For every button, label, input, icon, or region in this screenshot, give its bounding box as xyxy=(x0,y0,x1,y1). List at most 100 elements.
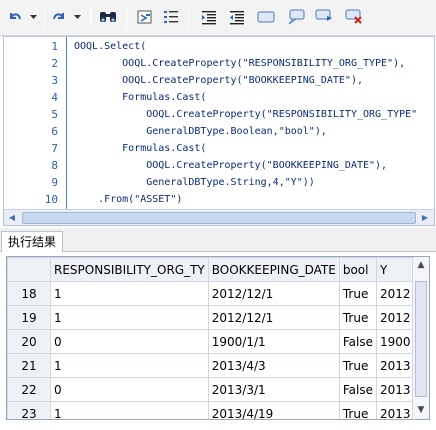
table-cell[interactable]: 1900 xyxy=(375,329,417,354)
code-line: Formulas.Cast( xyxy=(74,143,207,154)
table-cell[interactable]: 2013/4/3 xyxy=(207,353,340,378)
scroll-down-icon[interactable]: ▼ xyxy=(413,403,429,417)
code-line: OOQL.CreateProperty("RESPONSIBILITY_ORG_… xyxy=(74,109,418,120)
code-line: .From("ASSET") xyxy=(74,194,183,205)
redo-dropdown-button[interactable] xyxy=(72,7,82,27)
undo-dropdown-icon xyxy=(29,14,37,19)
table-cell[interactable]: 2013 xyxy=(375,401,417,419)
column-header[interactable]: RESPONSIBILITY_ORG_TY xyxy=(50,257,209,282)
line-number: 5 xyxy=(51,108,58,121)
table-cell[interactable]: 2012 xyxy=(375,281,417,306)
line-number-gutter: 1 2 3 4 5 6 7 8 9 10 xyxy=(4,37,64,209)
row-number: 23 xyxy=(7,401,51,419)
row-number: 21 xyxy=(7,353,51,378)
numbered-list-button[interactable] xyxy=(162,7,180,27)
table-row[interactable]: 23 1 2013/4/19 True 2013 xyxy=(7,401,417,419)
line-number: 8 xyxy=(51,159,58,172)
format-button[interactable] xyxy=(136,7,154,27)
scroll-left-icon[interactable]: ◀ xyxy=(5,212,19,224)
undo-dropdown-button[interactable] xyxy=(28,7,38,27)
table-cell[interactable]: 2012 xyxy=(375,305,417,330)
undo-button[interactable] xyxy=(6,7,24,27)
vertical-scrollbar[interactable]: ▲ ▼ xyxy=(412,257,429,419)
row-number-header xyxy=(7,257,51,282)
gutter-divider xyxy=(66,37,67,209)
table-cell[interactable]: 1900/1/1 xyxy=(207,329,340,354)
horizontal-scrollbar[interactable]: ◀ ▶ xyxy=(4,209,434,225)
code-line: GeneralDBType.String,4,"Y")) xyxy=(74,177,315,188)
table-cell[interactable]: False xyxy=(338,377,377,402)
code-line: OOQL.CreateProperty("BOOKKEEPING_DATE"), xyxy=(74,160,388,171)
line-number: 2 xyxy=(51,57,58,70)
outdent-button[interactable] xyxy=(228,7,246,27)
speech-right-button[interactable] xyxy=(314,7,334,27)
table-cell[interactable]: 1 xyxy=(50,305,209,330)
outdent-icon xyxy=(230,11,244,25)
row-number: 20 xyxy=(7,329,51,354)
clear-comment-button[interactable] xyxy=(344,7,364,27)
table-cell[interactable]: 2013 xyxy=(375,353,417,378)
code-editor[interactable]: 1 2 3 4 5 6 7 8 9 10 OOQL.Select( OOQL.C… xyxy=(3,36,435,226)
table-cell[interactable]: 1 xyxy=(50,281,209,306)
toolbar xyxy=(0,0,436,36)
redo-button[interactable] xyxy=(50,7,68,27)
row-number: 18 xyxy=(7,281,51,306)
toolbar-separator xyxy=(126,8,127,28)
indent-button[interactable] xyxy=(200,7,218,27)
table-cell[interactable]: 1 xyxy=(50,401,209,419)
table-cell[interactable]: 1 xyxy=(50,353,209,378)
results-grid[interactable]: RESPONSIBILITY_ORG_TY BOOKKEEPING_DATE b… xyxy=(6,256,430,420)
table-row[interactable]: 19 1 2012/12/1 True 2012 xyxy=(7,305,417,330)
code-line: Formulas.Cast( xyxy=(74,92,207,103)
line-number: 6 xyxy=(51,125,58,138)
table-cell[interactable]: False xyxy=(338,329,377,354)
table-row[interactable]: 20 0 1900/1/1 False 1900 xyxy=(7,329,417,354)
column-header[interactable]: BOOKKEEPING_DATE xyxy=(207,257,340,282)
table-cell[interactable]: 2012/12/1 xyxy=(207,305,340,330)
header-row: RESPONSIBILITY_ORG_TY BOOKKEEPING_DATE b… xyxy=(7,257,417,282)
table-row[interactable]: 21 1 2013/4/3 True 2013 xyxy=(7,353,417,378)
table-row[interactable]: 22 0 2013/3/1 False 2013 xyxy=(7,377,417,402)
undo-icon xyxy=(10,13,21,20)
code-line: OOQL.Select( xyxy=(74,41,147,52)
row-number: 22 xyxy=(7,377,51,402)
indent-icon xyxy=(202,11,216,25)
code-line: GeneralDBType.Boolean,"bool"), xyxy=(74,126,327,137)
code-line: OOQL.CreateProperty("RESPONSIBILITY_ORG_… xyxy=(74,58,406,69)
toolbar-separator xyxy=(44,8,45,28)
results-tabstrip: 执行结果 xyxy=(0,228,436,252)
line-number: 3 xyxy=(51,74,58,87)
find-button[interactable] xyxy=(98,7,118,27)
table-cell[interactable]: True xyxy=(338,401,377,419)
comment-box-icon xyxy=(257,11,275,23)
table-cell[interactable]: 0 xyxy=(50,329,209,354)
scroll-right-icon[interactable]: ▶ xyxy=(418,212,432,224)
table-cell[interactable]: True xyxy=(338,281,377,306)
column-header[interactable]: Y xyxy=(375,257,417,282)
scroll-up-icon[interactable]: ▲ xyxy=(413,258,429,272)
redo-dropdown-icon xyxy=(73,14,81,19)
speech-right-icon xyxy=(315,9,332,21)
table-cell[interactable]: 2012/12/1 xyxy=(207,281,340,306)
clear-comment-icon xyxy=(345,9,362,24)
table-cell[interactable]: 2013 xyxy=(375,377,417,402)
tab-results[interactable]: 执行结果 xyxy=(1,231,64,252)
row-number: 19 xyxy=(7,305,51,330)
table-cell[interactable]: 2013/3/1 xyxy=(207,377,340,402)
comment-box-button[interactable] xyxy=(256,7,276,27)
table-cell[interactable]: True xyxy=(338,353,377,378)
numbered-list-icon xyxy=(164,11,178,23)
table-cell[interactable]: 2013/4/19 xyxy=(207,401,340,419)
table-cell[interactable]: True xyxy=(338,305,377,330)
column-header[interactable]: bool xyxy=(338,257,377,282)
results-table: RESPONSIBILITY_ORG_TY BOOKKEEPING_DATE b… xyxy=(7,257,417,419)
line-number: 9 xyxy=(51,176,58,189)
speech-left-icon xyxy=(288,9,305,25)
table-cell[interactable]: 0 xyxy=(50,377,209,402)
table-row[interactable]: 18 1 2012/12/1 True 2012 xyxy=(7,281,417,306)
toolbar-separator xyxy=(90,8,91,28)
line-number: 4 xyxy=(51,91,58,104)
scrollbar-thumb[interactable] xyxy=(22,212,416,224)
scrollbar-thumb[interactable] xyxy=(415,281,427,397)
speech-left-button[interactable] xyxy=(286,7,306,27)
